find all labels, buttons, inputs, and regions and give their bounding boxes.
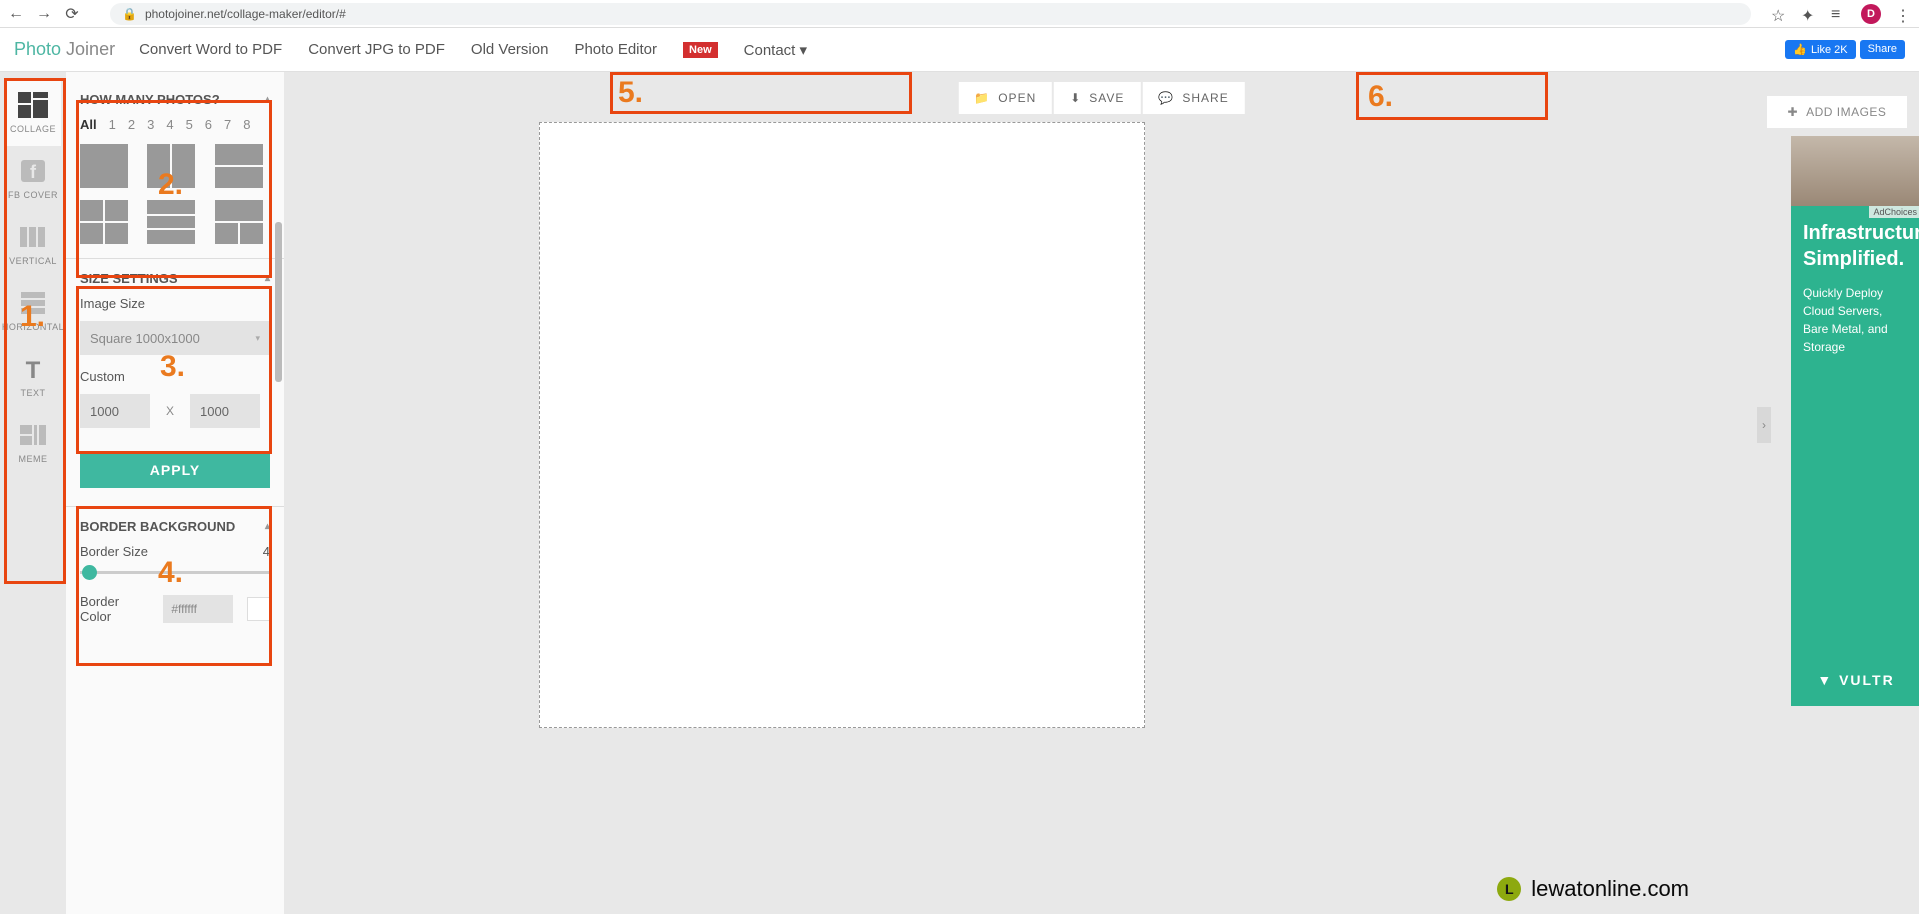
nav-old-version[interactable]: Old Version	[471, 41, 549, 58]
size-settings-header[interactable]: SIZE SETTINGS ▴	[66, 259, 284, 296]
how-many-header[interactable]: HOW MANY PHOTOS? ▴	[66, 80, 284, 117]
filter-4[interactable]: 4	[166, 117, 173, 132]
forward-icon[interactable]: →	[36, 6, 52, 22]
collage-canvas[interactable]	[539, 122, 1145, 728]
share-button[interactable]: 💬SHARE	[1142, 82, 1244, 114]
nav-contact[interactable]: Contact ▾	[744, 41, 807, 59]
filter-3[interactable]: 3	[147, 117, 154, 132]
panel-scrollbar[interactable]	[275, 222, 282, 382]
border-size-value: 4	[263, 544, 270, 559]
meme-icon	[18, 422, 48, 448]
folder-icon: 📁	[974, 91, 990, 105]
text-icon: T	[18, 356, 48, 382]
nav-convert-word[interactable]: Convert Word to PDF	[139, 41, 282, 58]
slider-handle[interactable]	[82, 565, 97, 580]
fb-share-button[interactable]: Share	[1860, 40, 1905, 59]
ad-body: Quickly Deploy Cloud Servers, Bare Metal…	[1803, 284, 1909, 356]
site-logo[interactable]: Photo Joiner	[14, 39, 115, 60]
ad-image	[1791, 136, 1919, 206]
tool-horizontal[interactable]: HORIZONTAL	[5, 278, 61, 344]
tool-sidebar: COLLAGE f FB COVER VERTICAL HORIZONTAL T…	[0, 72, 66, 914]
address-bar[interactable]: 🔒 photojoiner.net/collage-maker/editor/#	[110, 3, 1751, 25]
lock-icon: 🔒	[122, 7, 137, 21]
menu-icon[interactable]: ⋮	[1895, 6, 1911, 22]
filter-7[interactable]: 7	[224, 117, 231, 132]
playlist-icon[interactable]: ≡	[1831, 6, 1847, 22]
nav-photo-editor[interactable]: Photo Editor	[574, 41, 657, 58]
canvas-area: 📁OPEN ⬇SAVE 💬SHARE ✚ ADD IMAGES › AdChoi…	[284, 72, 1919, 914]
chevron-up-icon: ▴	[265, 273, 270, 284]
fb-like-button[interactable]: 👍 Like 2K	[1785, 40, 1855, 59]
height-input[interactable]	[190, 394, 260, 428]
image-size-select[interactable]: Square 1000x1000 ▾	[80, 321, 270, 355]
open-button[interactable]: 📁OPEN	[958, 82, 1052, 114]
chevron-down-icon: ▾	[255, 333, 260, 344]
profile-avatar[interactable]: D	[1861, 4, 1881, 24]
layout-thumb[interactable]	[80, 144, 128, 188]
share-icon: 💬	[1158, 91, 1174, 105]
layout-thumb[interactable]	[80, 200, 128, 244]
filter-2[interactable]: 2	[128, 117, 135, 132]
url-text: photojoiner.net/collage-maker/editor/#	[145, 7, 346, 21]
chevron-up-icon: ▴	[265, 521, 270, 532]
nav-convert-jpg[interactable]: Convert JPG to PDF	[308, 41, 445, 58]
filter-5[interactable]: 5	[186, 117, 193, 132]
image-size-label: Image Size	[80, 296, 270, 311]
site-navigation: Photo Joiner Convert Word to PDF Convert…	[0, 28, 1919, 72]
layout-thumb[interactable]	[215, 200, 263, 244]
back-icon[interactable]: ←	[8, 6, 24, 22]
border-size-slider[interactable]	[80, 571, 270, 574]
add-images-button[interactable]: ✚ ADD IMAGES	[1767, 96, 1907, 128]
tool-vertical[interactable]: VERTICAL	[5, 212, 61, 278]
tool-collage[interactable]: COLLAGE	[5, 80, 61, 146]
filter-8[interactable]: 8	[243, 117, 250, 132]
layout-grid	[66, 144, 284, 258]
download-icon: ⬇	[1070, 91, 1081, 105]
tool-text[interactable]: T TEXT	[5, 344, 61, 410]
width-input[interactable]	[80, 394, 150, 428]
reload-icon[interactable]: ⟳	[64, 6, 80, 22]
facebook-icon: f	[18, 158, 48, 184]
ad-headline-1: Infrastructure	[1803, 222, 1909, 244]
color-swatch[interactable]	[247, 597, 270, 621]
ad-brand: ▼ VULTR	[1791, 672, 1919, 688]
save-button[interactable]: ⬇SAVE	[1054, 82, 1140, 114]
extensions-icon[interactable]: ✦	[1801, 6, 1817, 22]
layout-thumb[interactable]	[215, 144, 263, 188]
tool-fbcover[interactable]: f FB COVER	[5, 146, 61, 212]
svg-text:T: T	[26, 357, 41, 382]
custom-label: Custom	[80, 369, 270, 384]
vertical-icon	[18, 224, 48, 250]
top-action-bar: 📁OPEN ⬇SAVE 💬SHARE	[957, 82, 1245, 114]
horizontal-icon	[18, 290, 48, 316]
browser-toolbar: ← → ⟳ 🔒 photojoiner.net/collage-maker/ed…	[0, 0, 1919, 28]
svg-text:f: f	[30, 162, 37, 182]
plus-icon: ✚	[1788, 105, 1799, 119]
filter-6[interactable]: 6	[205, 117, 212, 132]
x-separator: X	[150, 404, 190, 418]
apply-button[interactable]: APPLY	[80, 452, 270, 488]
watermark-icon: L	[1497, 877, 1521, 901]
collage-icon	[18, 92, 48, 118]
photo-count-filter: All 1 2 3 4 5 6 7 8	[66, 117, 284, 144]
filter-all[interactable]: All	[80, 117, 97, 132]
new-badge: New	[683, 42, 718, 58]
expand-tab[interactable]: ›	[1757, 407, 1771, 443]
layout-thumb[interactable]	[147, 200, 195, 244]
border-color-input[interactable]	[163, 595, 233, 623]
star-icon[interactable]: ☆	[1771, 6, 1787, 22]
watermark: L lewatonline.com	[1497, 876, 1689, 902]
ad-headline-2: Simplified.	[1803, 248, 1909, 270]
tool-meme[interactable]: MEME	[5, 410, 61, 476]
chevron-up-icon: ▴	[265, 94, 270, 105]
layout-thumb[interactable]	[147, 144, 195, 188]
border-color-label: Border Color	[80, 594, 149, 624]
adchoices-label[interactable]: AdChoices	[1869, 206, 1919, 218]
ad-banner[interactable]: AdChoices Infrastructure Simplified. Qui…	[1791, 136, 1919, 706]
settings-panel: HOW MANY PHOTOS? ▴ All 1 2 3 4 5 6 7 8 S…	[66, 72, 284, 914]
filter-1[interactable]: 1	[109, 117, 116, 132]
border-bg-header[interactable]: BORDER BACKGROUND ▴	[66, 507, 284, 544]
border-size-label: Border Size	[80, 544, 148, 559]
